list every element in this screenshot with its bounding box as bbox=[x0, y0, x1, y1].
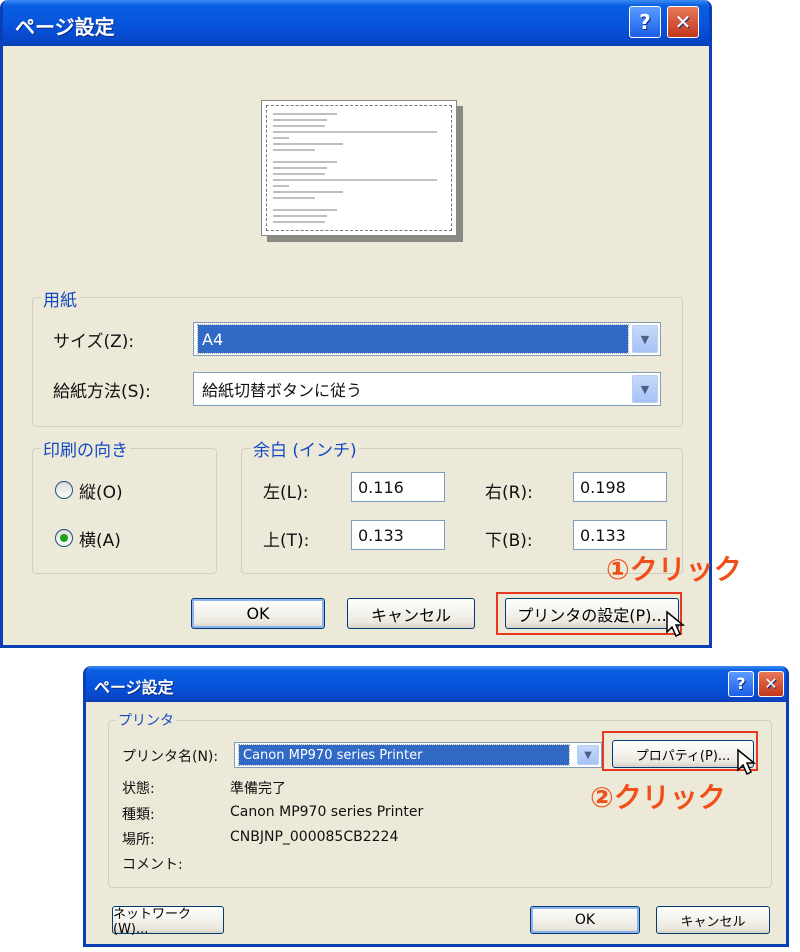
help-icon[interactable]: ? bbox=[629, 6, 661, 38]
ok-button[interactable]: OK bbox=[530, 906, 640, 934]
orientation-group-label: 印刷の向き bbox=[41, 436, 130, 461]
chevron-down-icon[interactable]: ▼ bbox=[632, 325, 658, 353]
margin-right-label: 右(R): bbox=[485, 483, 533, 503]
dialog-titlebar: ページ設定 ? ✕ bbox=[86, 666, 786, 702]
close-icon[interactable]: ✕ bbox=[758, 671, 784, 697]
paper-source-label: 給紙方法(S): bbox=[53, 382, 151, 402]
mouse-cursor-icon bbox=[666, 610, 686, 638]
portrait-label[interactable]: 縦(O) bbox=[79, 478, 123, 503]
landscape-radio[interactable] bbox=[55, 529, 73, 547]
network-button[interactable]: ネットワーク(W)... bbox=[112, 906, 224, 937]
location-label: 場所: bbox=[122, 832, 155, 848]
margin-bottom-input[interactable]: 0.133 bbox=[573, 520, 667, 550]
comment-label: コメント: bbox=[122, 857, 183, 873]
printer-group-label: プリンタ bbox=[116, 710, 176, 730]
type-label: 種類: bbox=[122, 807, 155, 823]
close-icon[interactable]: ✕ bbox=[667, 6, 699, 38]
margin-group-label: 余白 (インチ) bbox=[251, 436, 359, 461]
type-value: Canon MP970 series Printer bbox=[230, 804, 424, 820]
margin-left-label: 左(L): bbox=[263, 483, 309, 503]
chevron-down-icon[interactable]: ▼ bbox=[577, 745, 599, 765]
cancel-button[interactable]: キャンセル bbox=[656, 906, 770, 934]
margin-bottom-label: 下(B): bbox=[485, 531, 533, 551]
annotation-click-1: ①クリック bbox=[606, 553, 742, 586]
paper-source-value: 給紙切替ボタンに従う bbox=[202, 381, 363, 400]
margin-left-input[interactable]: 0.116 bbox=[351, 472, 445, 502]
dialog-title: ページ設定 bbox=[94, 678, 174, 697]
printer-name-label: プリンタ名(N): bbox=[122, 749, 219, 765]
properties-highlight bbox=[602, 731, 758, 771]
page-preview-text-lines bbox=[273, 113, 437, 223]
page-preview-margin bbox=[266, 105, 452, 231]
landscape-label[interactable]: 横(A) bbox=[79, 526, 121, 551]
page-preview bbox=[261, 100, 457, 236]
margin-right-input[interactable]: 0.198 bbox=[573, 472, 667, 502]
help-icon[interactable]: ? bbox=[728, 671, 754, 697]
paper-size-select[interactable]: A4 ▼ bbox=[193, 322, 661, 356]
margin-top-label: 上(T): bbox=[263, 531, 310, 551]
paper-groupbox bbox=[32, 297, 683, 427]
paper-size-label: サイズ(Z): bbox=[53, 332, 135, 352]
margin-top-input[interactable]: 0.133 bbox=[351, 520, 445, 550]
dialog-titlebar: ページ設定 ? ✕ bbox=[3, 0, 709, 46]
cancel-button[interactable]: キャンセル bbox=[347, 598, 475, 629]
annotation-click-2: ②クリック bbox=[590, 781, 726, 814]
orientation-groupbox bbox=[32, 448, 217, 574]
portrait-radio[interactable] bbox=[55, 481, 73, 499]
status-label: 状態: bbox=[122, 781, 155, 797]
mouse-cursor-icon bbox=[737, 748, 757, 776]
location-value: CNBJNP_000085CB2224 bbox=[230, 829, 399, 845]
status-value: 準備完了 bbox=[230, 781, 286, 797]
dialog-title: ページ設定 bbox=[15, 15, 115, 39]
paper-size-value: A4 bbox=[197, 324, 629, 354]
paper-group-label: 用紙 bbox=[41, 286, 79, 311]
printer-name-select[interactable]: Canon MP970 series Printer ▼ bbox=[234, 742, 602, 768]
paper-source-select[interactable]: 給紙切替ボタンに従う ▼ bbox=[193, 372, 661, 406]
printer-name-value: Canon MP970 series Printer bbox=[238, 744, 570, 766]
chevron-down-icon[interactable]: ▼ bbox=[632, 375, 658, 403]
ok-button[interactable]: OK bbox=[191, 598, 325, 629]
printer-settings-highlight bbox=[496, 592, 682, 635]
